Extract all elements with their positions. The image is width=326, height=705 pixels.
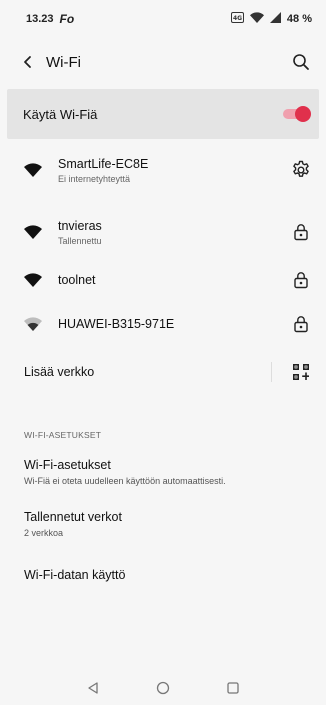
wifi-master-label: Käytä Wi-Fiä (23, 106, 98, 122)
pref-saved-networks[interactable]: Tallennetut verkot 2 verkkoa (0, 510, 326, 538)
pref-title: Wi-Fi-asetukset (24, 458, 111, 472)
qr-scan-button[interactable] (290, 361, 312, 383)
add-network-row[interactable]: Lisää verkko (0, 354, 326, 390)
pref-wifi-settings[interactable]: Wi-Fi-asetukset Wi-Fiä ei oteta uudellee… (0, 458, 326, 486)
status-time: 13.23 (26, 13, 54, 25)
network-name: SmartLife-EC8E (58, 156, 149, 171)
wifi-signal-icon (249, 12, 264, 26)
network-texts: HUAWEI-B315-971E (58, 317, 290, 331)
network-item-smartlife[interactable]: SmartLife-EC8E Ei internetyhteyttä (0, 150, 326, 190)
network-status: Ei internetyhteyttä (58, 173, 131, 184)
search-icon (293, 54, 309, 70)
lock-icon (290, 313, 312, 335)
network-texts: SmartLife-EC8E Ei internetyhteyttä (58, 157, 290, 184)
lock-icon (290, 269, 312, 291)
back-triangle-icon (88, 681, 98, 694)
page-title: Wi-Fi (46, 53, 81, 71)
wifi-full-icon (24, 225, 42, 239)
wifi-weak-icon (24, 317, 42, 331)
lock-icon (290, 221, 312, 243)
network-item-toolnet[interactable]: toolnet (0, 260, 326, 300)
search-button[interactable] (288, 49, 314, 75)
pref-title: Tallennetut verkot (24, 510, 122, 524)
pref-summary: 2 verkkoa (24, 528, 64, 538)
network-settings-button[interactable] (290, 159, 312, 181)
section-header-wifi-settings: WI-FI-ASETUKSET (24, 430, 102, 440)
chevron-left-icon (24, 56, 31, 68)
network-status: Tallennettu (58, 235, 102, 246)
qr-add-icon (293, 364, 309, 380)
network-item-huawei[interactable]: HUAWEI-B315-971E (0, 304, 326, 344)
wifi-toggle-switch[interactable] (283, 106, 311, 122)
status-bar: 13.23 Fo 4G 48 % (0, 0, 326, 38)
divider (271, 362, 272, 382)
lte-icon: 4G (230, 12, 244, 26)
status-bar-left: 13.23 Fo (26, 12, 74, 26)
network-item-tnvieras[interactable]: tnvieras Tallennettu (0, 212, 326, 252)
network-name: HUAWEI-B315-971E (58, 317, 175, 331)
app-indicator-icon: Fo (59, 12, 75, 26)
pref-summary: Wi-Fiä ei oteta uudelleen käyttöön autom… (24, 476, 226, 486)
pref-wifi-data-usage[interactable]: Wi-Fi-datan käyttö (0, 568, 326, 582)
back-button[interactable] (16, 50, 40, 74)
battery-percent: 48 % (286, 13, 312, 25)
nav-back-button[interactable] (83, 678, 103, 698)
wifi-full-icon (24, 163, 42, 177)
app-bar: Wi-Fi (0, 40, 326, 84)
nav-recents-button[interactable] (223, 678, 243, 698)
svg-text:4G: 4G (233, 15, 242, 22)
pref-title: Wi-Fi-datan käyttö (24, 568, 126, 582)
network-texts: toolnet (58, 273, 290, 287)
network-texts: tnvieras Tallennettu (58, 219, 290, 246)
gear-icon (293, 160, 309, 177)
add-network-label: Lisää verkko (24, 365, 95, 379)
network-name: tnvieras (58, 218, 102, 233)
network-name: toolnet (58, 273, 96, 287)
recents-square-icon (227, 681, 239, 694)
home-circle-icon (156, 681, 170, 694)
toggle-thumb (295, 106, 311, 122)
wifi-full-icon (24, 273, 42, 287)
nav-home-button[interactable] (153, 678, 173, 698)
status-bar-right: 4G 48 % (230, 12, 312, 26)
navigation-bar (0, 670, 326, 705)
cell-signal-icon (269, 12, 281, 26)
wifi-master-toggle-row[interactable]: Käytä Wi-Fiä (7, 89, 319, 139)
